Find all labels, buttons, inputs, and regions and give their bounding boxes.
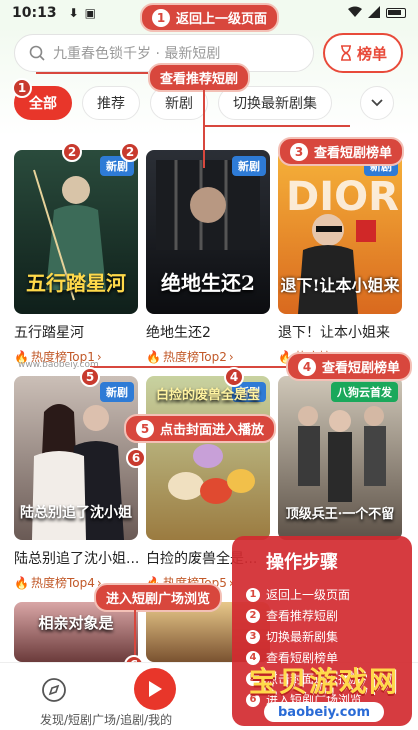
- watermark-name: 宝贝游戏网: [248, 665, 399, 698]
- nav-label: 发现/短剧广场/追剧/我的: [40, 713, 173, 727]
- step-number: 3: [246, 629, 260, 644]
- drama-card[interactable]: 新剧 绝地生还2 绝地生还2 🔥 热度榜Top2 ›: [146, 150, 270, 365]
- premiere-badge: 八狗云首发: [331, 382, 398, 402]
- drama-card[interactable]: DIOR 新剧 退下!让本小姐来 退下！让本小姐来 🔥 热度榜Top3 ›: [278, 150, 402, 365]
- battery-icon: [386, 8, 406, 18]
- new-badge: 新剧: [100, 382, 134, 402]
- play-icon: [149, 681, 162, 697]
- search-placeholder: 九重春色锁千岁 · 最新短剧: [53, 46, 221, 62]
- rank-button[interactable]: 榜单: [323, 33, 403, 73]
- step-item: 1 返回上一级页面: [246, 586, 398, 603]
- annotation-text: 进入短剧广场浏览: [106, 592, 211, 607]
- poster-title: 五行踏星河: [26, 271, 126, 295]
- fire-icon: 🔥: [146, 349, 161, 364]
- annotation-text: 返回上一级页面: [176, 12, 268, 27]
- poster-title: 相亲对象是: [38, 614, 114, 632]
- new-badge: 新剧: [232, 156, 266, 176]
- chevron-right-icon: ›: [228, 349, 234, 364]
- drama-title: 五行踏星河: [14, 325, 84, 341]
- annotation-line: [36, 72, 148, 74]
- rank-button-label: 榜单: [356, 44, 387, 63]
- annotation-number: 5: [136, 419, 154, 438]
- signal-icon: [368, 5, 380, 21]
- step-marker: 6: [126, 448, 146, 468]
- drama-title: 陆总别追了沈小姐...: [14, 551, 138, 567]
- fire-icon: 🔥: [14, 575, 29, 590]
- step-item: 3 切换最新剧集: [246, 628, 398, 645]
- drama-title: 退下！让本小姐来: [278, 325, 390, 341]
- step-number: 1: [246, 587, 260, 602]
- annotation-rank-2: 4 查看短剧榜单: [286, 352, 413, 381]
- annotation-rank: 3 查看短剧榜单: [278, 137, 405, 166]
- step-text: 切换最新剧集: [266, 630, 339, 644]
- hot-rank-label: 热度榜Top4: [30, 576, 95, 590]
- annotation-number: 4: [298, 357, 316, 376]
- annotation-recommend: 查看推荐短剧: [148, 63, 251, 92]
- tab-recommend[interactable]: 推荐: [82, 86, 140, 120]
- drama-card[interactable]: 新剧 陆总别追了沈小姐 陆总别追了沈小姐... 🔥 热度榜Top4 ›: [14, 376, 138, 591]
- drama-poster[interactable]: 八狗云首发 顶级兵王·一个不留: [278, 376, 402, 540]
- poster-title: 退下!让本小姐来: [280, 276, 400, 295]
- hot-rank[interactable]: 🔥 热度榜Top2 ›: [146, 348, 270, 365]
- poster-title: 陆总别追了沈小姐: [20, 505, 132, 521]
- app-notification-icon: ▣: [84, 6, 96, 20]
- steps-title: 操作步骤: [266, 552, 338, 573]
- poster-title: 顶级兵王·一个不留: [285, 507, 395, 522]
- annotation-number: 1: [152, 8, 170, 27]
- step-marker: 2: [62, 142, 82, 162]
- step-item: 2 查看推荐短剧: [246, 607, 398, 624]
- drama-poster[interactable]: DIOR 新剧 退下!让本小姐来: [278, 150, 402, 314]
- drama-poster[interactable]: 新剧 白捡的废兽全是宝: [146, 376, 270, 540]
- poster-title: 白捡的废兽全是宝: [155, 388, 260, 403]
- step-marker: 4: [224, 367, 244, 387]
- annotation-number: 3: [290, 142, 308, 161]
- annotation-text: 点击封面进入播放: [160, 423, 265, 438]
- nav-square-play-button[interactable]: [134, 668, 176, 710]
- wifi-icon: [348, 6, 362, 21]
- annotation-cover: 5 点击封面进入播放: [124, 414, 277, 443]
- download-icon: ⬇: [68, 6, 79, 20]
- annotation-text: 查看推荐短剧: [160, 72, 239, 87]
- step-marker: 5: [80, 367, 100, 387]
- annotation-square: 进入短剧广场浏览: [94, 583, 223, 612]
- annotation-line: [204, 125, 350, 127]
- hourglass-icon: [340, 45, 351, 61]
- drama-card[interactable]: 新剧 五行踏星河 五行踏星河 🔥 热度榜Top1 ›: [14, 150, 138, 365]
- drama-poster[interactable]: 新剧 五行踏星河: [14, 150, 138, 314]
- step-number: 2: [246, 608, 260, 623]
- poster-title: 绝地生还2: [161, 271, 255, 295]
- annotation-line: [203, 88, 205, 168]
- site-watermark: 宝贝游戏网 baobeiy.com: [244, 660, 404, 722]
- step-marker: 2: [120, 142, 140, 162]
- hot-rank-label: 热度榜Top2: [162, 350, 227, 364]
- drama-poster[interactable]: 新剧 陆总别追了沈小姐: [14, 376, 138, 540]
- tabs-expand-button[interactable]: [360, 86, 394, 120]
- search-icon: [29, 45, 45, 61]
- chevron-down-icon: [371, 99, 383, 107]
- drama-card[interactable]: 八狗云首发 顶级兵王·一个不留: [278, 376, 402, 540]
- watermark-url-pill: baobeiy.com: [264, 702, 384, 722]
- annotation-line: [90, 366, 286, 368]
- drama-title: 绝地生还2: [146, 325, 211, 341]
- status-time: 10:13: [12, 5, 57, 21]
- step-text: 查看推荐短剧: [266, 609, 339, 623]
- annotation-line: [134, 604, 136, 660]
- annotation-text: 查看短剧榜单: [314, 146, 393, 161]
- step-marker: 1: [12, 78, 32, 98]
- annotation-back: 1 返回上一级页面: [140, 3, 280, 32]
- annotation-text: 查看短剧榜单: [322, 361, 401, 376]
- compass-icon: [42, 678, 66, 702]
- svg-text:DIOR: DIOR: [286, 174, 399, 220]
- drama-poster[interactable]: 新剧 绝地生还2: [146, 150, 270, 314]
- step-text: 返回上一级页面: [266, 588, 351, 602]
